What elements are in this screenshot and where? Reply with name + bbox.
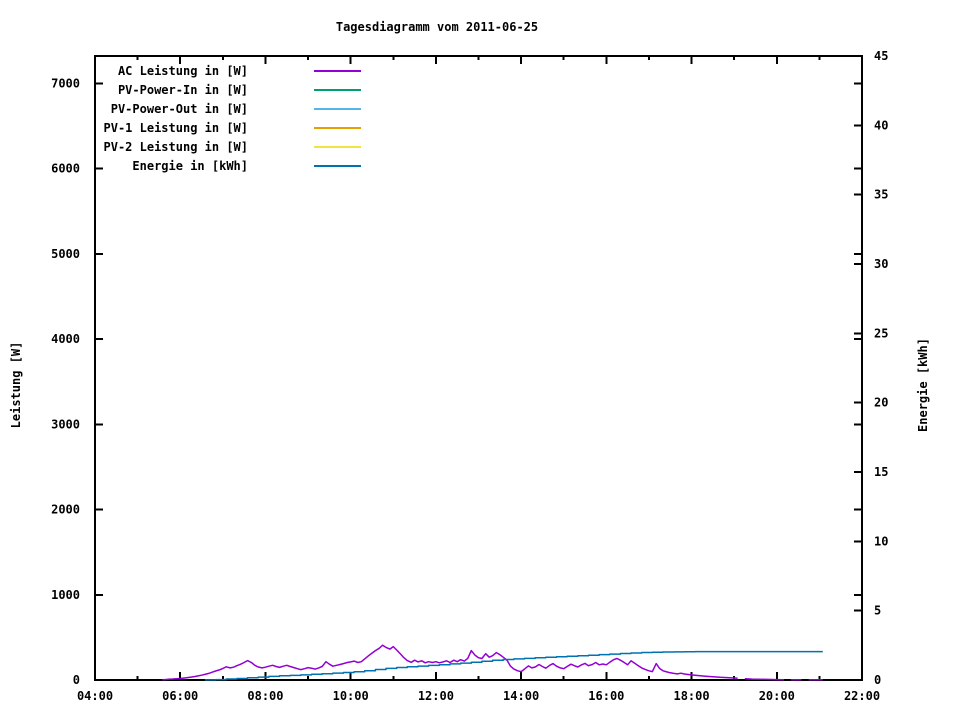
x-tick-label: 20:00 (759, 689, 795, 703)
series-line-energie-in-kwh (204, 650, 823, 681)
x-tick-label: 14:00 (503, 689, 539, 703)
y2-tick-label: 45 (874, 49, 888, 63)
series-line-ac-leistung-in-w (162, 644, 823, 681)
y2-tick-label: 30 (874, 257, 888, 271)
y2-tick-label: 5 (874, 604, 881, 618)
x-tick-label: 10:00 (333, 689, 369, 703)
legend-label: PV-Power-In in [W] (118, 83, 248, 97)
y1-tick-label: 2000 (51, 503, 80, 517)
y1-tick-label: 4000 (51, 332, 80, 346)
x-tick-label: 16:00 (588, 689, 624, 703)
y2-tick-label: 20 (874, 396, 888, 410)
tagesdiagramm-chart: Tagesdiagramm vom 2011-06-25 Leistung [W… (0, 0, 960, 720)
legend-label: PV-1 Leistung in [W] (104, 121, 249, 135)
y2-tick-label: 10 (874, 534, 888, 548)
y1-tick-label: 1000 (51, 588, 80, 602)
legend-label: AC Leistung in [W] (118, 64, 248, 78)
y1-tick-label: 0 (73, 673, 80, 687)
y1-tick-label: 6000 (51, 162, 80, 176)
y2-tick-label: 35 (874, 188, 888, 202)
y2-tick-label: 15 (874, 465, 888, 479)
plot-area: 04:00 06:00 08:00 10:00 12:00 14:00 16:00 18:00… (51, 49, 888, 703)
y1-tick-label: 5000 (51, 247, 80, 261)
y2-tick-label: 0 (874, 673, 881, 687)
legend-label: PV-2 Leistung in [W] (104, 140, 249, 154)
y1-tick-label: 3000 (51, 417, 80, 431)
y2-tick-label: 25 (874, 326, 888, 340)
y2-tick-label: 40 (874, 118, 888, 132)
x-tick-label: 04:00 (77, 689, 113, 703)
x-tick-label: 06:00 (162, 689, 198, 703)
y1-tick-label: 7000 (51, 76, 80, 90)
x-tick-label: 18:00 (673, 689, 709, 703)
x-tick-label: 08:00 (247, 689, 283, 703)
legend-label: Energie in [kWh] (132, 159, 248, 173)
x-tick-label: 22:00 (844, 689, 880, 703)
legend-label: PV-Power-Out in [W] (111, 102, 248, 116)
x-tick-label: 12:00 (418, 689, 454, 703)
